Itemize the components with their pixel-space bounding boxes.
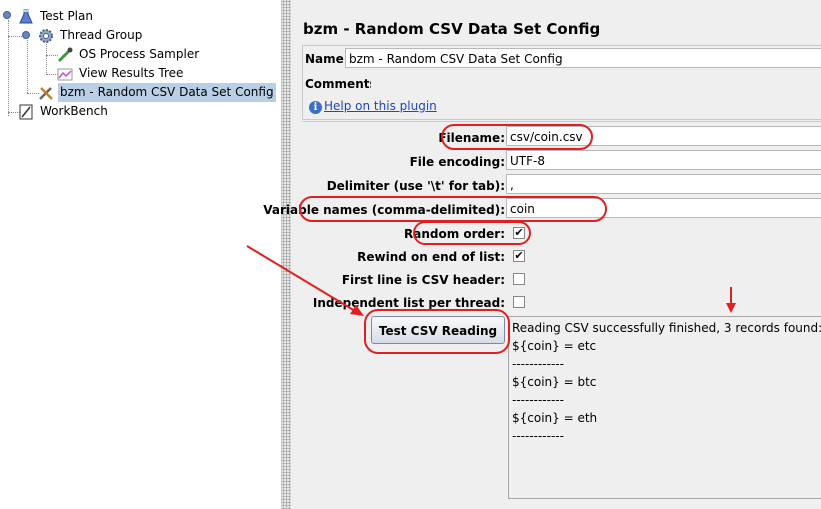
result-line: ${coin} = etc [512,339,597,353]
tree-item-label: OS Process Sampler [79,47,200,61]
section-divider [302,121,821,122]
results-graph-icon [57,66,73,82]
thread-group-gear-icon [38,28,54,44]
tree-connector [46,44,47,75]
variable-names-label: Variable names (comma-delimited): [263,203,505,217]
rewind-checkbox[interactable]: ✔ [513,250,525,262]
result-line: ------------ [512,393,564,407]
result-line: ------------ [512,357,564,371]
tree-item-label: bzm - Random CSV Data Set Config [58,83,276,102]
comments-field[interactable] [371,73,821,93]
filename-label: Filename: [438,131,505,145]
test-result-textarea[interactable]: Reading CSV successfully finished, 3 rec… [508,316,821,499]
wrench-config-icon [38,85,54,101]
name-label: Name: [305,52,349,66]
random-order-checkbox[interactable]: ✔ [513,227,525,239]
independent-list-label: Independent list per thread: [312,296,505,310]
test-plan-flask-icon [18,9,34,25]
tree-item-label: View Results Tree [79,66,184,80]
encoding-input[interactable]: UTF-8 [506,150,821,170]
tree-item-label: Test Plan [40,9,93,23]
random-order-label: Random order: [403,227,505,241]
tree-connector [27,40,28,93]
result-line: ${coin} = btc [512,375,597,389]
tree-expand-handle[interactable] [22,31,30,39]
csv-header-checkbox[interactable] [513,273,525,285]
result-line: ------------ [512,429,564,443]
rewind-label: Rewind on end of list: [357,250,505,264]
info-icon: i [309,101,322,114]
workbench-notebook-icon [18,104,34,120]
csv-header-label: First line is CSV header: [341,273,505,287]
name-field[interactable]: bzm - Random CSV Data Set Config [345,48,821,68]
comments-label: Comments: [305,77,382,91]
delimiter-input[interactable]: , [506,174,821,194]
encoding-label: File encoding: [409,155,505,169]
filename-input[interactable]: csv/coin.csv [506,126,821,146]
tree-item-label: WorkBench [40,104,108,118]
delimiter-label: Delimiter (use '\t' for tab): [326,179,505,193]
variable-names-input[interactable]: coin [506,198,821,218]
tree-connector [8,20,9,116]
result-line: ${coin} = eth [512,411,598,425]
independent-list-checkbox[interactable] [513,296,525,308]
help-link[interactable]: Help on this plugin [324,99,437,113]
page-title: bzm - Random CSV Data Set Config [303,20,601,38]
test-csv-reading-button[interactable]: Test CSV Reading [371,316,505,344]
tree-expand-handle[interactable] [3,11,11,19]
config-panel: bzm - Random CSV Data Set Config Name: b… [263,0,821,509]
result-line: Reading CSV successfully finished, 3 rec… [512,321,821,335]
pipette-sampler-icon [57,47,73,63]
tree-item-label: Thread Group [60,28,143,42]
test-plan-tree: Test Plan Thread Group OS Process Sample… [0,0,281,509]
